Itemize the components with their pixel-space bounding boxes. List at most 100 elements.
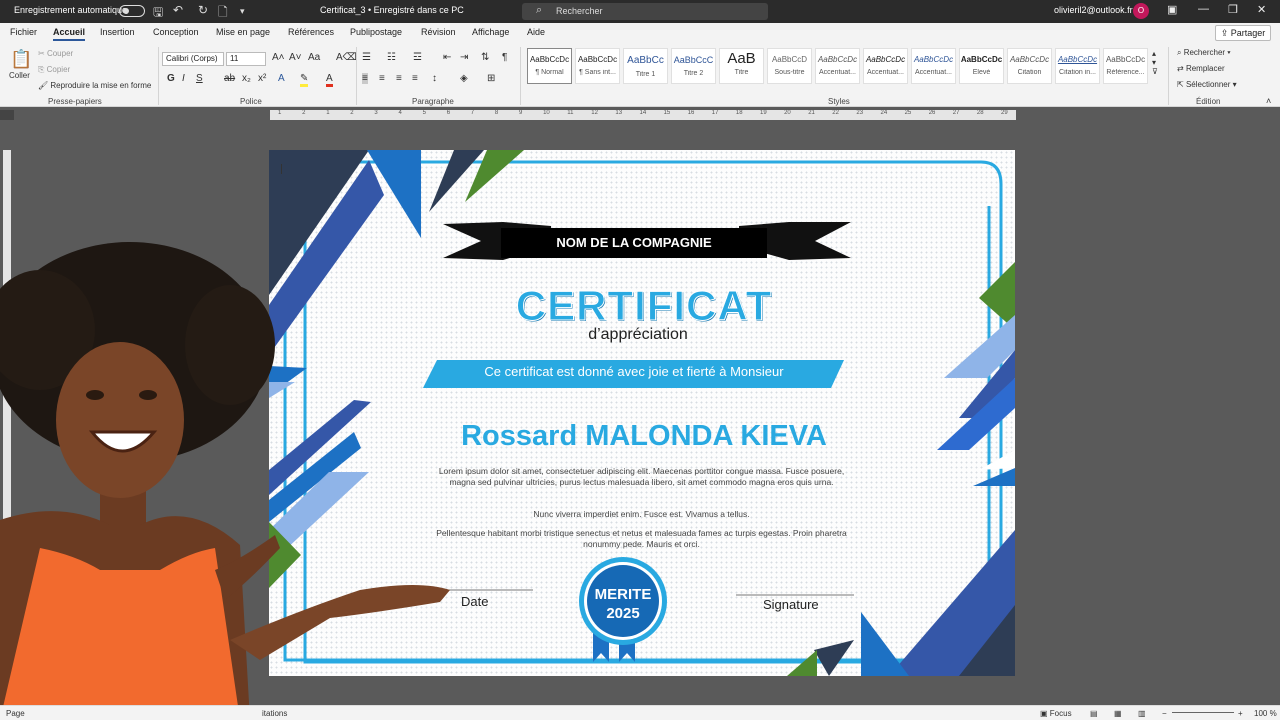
body-paragraph[interactable]: Lorem ipsum dolor sit amet, consectetuer… [429,466,854,488]
signature-label[interactable]: Signature [763,597,819,612]
bullets-icon[interactable]: ☰ [362,52,371,63]
style-heading-2[interactable]: AaBbCcC Titre 2 [671,48,716,84]
vertical-ruler[interactable] [3,150,11,690]
strikethrough-icon[interactable]: ab [224,73,235,84]
styles-more-icon[interactable]: ▴ ▾ ⊽ [1152,49,1158,76]
style-title[interactable]: AaB Titre [719,48,764,84]
font-size-select[interactable]: 11 [226,52,266,66]
style-heading-1[interactable]: AaBbCc Titre 1 [623,48,668,84]
minimize-icon[interactable]: — [1198,3,1209,15]
body-paragraph[interactable]: Nunc viverra imperdiet enim. Fusce est. … [429,509,854,520]
justify-icon[interactable]: ≡ [412,73,418,84]
read-mode-icon[interactable]: ▤ [1090,709,1098,718]
font-color-icon[interactable]: A [326,73,333,87]
shrink-font-icon[interactable]: A˅ [289,52,302,63]
autosave-toggle[interactable] [119,5,145,17]
company-name[interactable]: NOM DE LA COMPAGNIE [501,235,767,250]
multilevel-list-icon[interactable]: ☲ [413,52,422,63]
tab-selector[interactable] [0,110,14,120]
word-count[interactable]: itations [262,709,287,718]
document-title[interactable]: Certificat_3 • Enregistré dans ce PC [320,5,464,15]
tab-insertion[interactable]: Insertion [100,27,135,37]
format-painter-button[interactable]: 🖌 Reproduire la mise en forme [38,81,151,90]
tab-mise-en-page[interactable]: Mise en page [216,27,270,37]
new-document-icon[interactable]: 🗋 [218,3,228,24]
redo-icon[interactable]: ↻ [198,3,208,17]
zoom-level[interactable]: 100 % [1254,709,1277,718]
superscript-icon[interactable]: x² [258,73,266,84]
tab-aide[interactable]: Aide [527,27,545,37]
copy-button[interactable]: ⎘ Copier [38,65,70,75]
paste-button[interactable]: Coller [9,71,30,80]
style-emphasis-subtle[interactable]: AaBbCcDc Accentuat... [815,48,860,84]
highlight-icon[interactable]: ✎ [300,73,309,87]
cut-button[interactable]: ✂ Couper [38,49,73,58]
web-layout-icon[interactable]: ▥ [1138,709,1146,718]
find-button[interactable]: ⌕ Rechercher ▾ [1177,48,1231,58]
style-normal[interactable]: AaBbCcDc ¶ Normal [527,48,572,84]
grow-font-icon[interactable]: A˄ [272,52,285,63]
sort-icon[interactable]: ⇅ [481,52,489,63]
tab-references[interactable]: Références [288,27,334,37]
document-page[interactable]: NOM DE LA COMPAGNIE CERTIFICAT d’appréci… [269,150,1015,676]
tab-fichier[interactable]: Fichier [10,27,37,37]
given-to-text[interactable]: Ce certificat est donné avec joie et fie… [429,364,839,379]
page-count[interactable]: Page [6,709,25,718]
save-icon[interactable]: 🖫 [153,3,163,24]
subscript-icon[interactable]: x₂ [242,73,251,84]
print-layout-icon[interactable]: ▦ [1114,709,1122,718]
tab-accueil[interactable]: Accueil [53,27,86,41]
italic-icon[interactable]: I [182,73,185,84]
recipient-name[interactable]: Rossard MALONDA KIEVA [409,420,879,453]
account-email[interactable]: olivieril2@outlook.fr [1054,5,1133,15]
style-intense-quote[interactable]: AaBbCcDc Citation in... [1055,48,1100,84]
search-box[interactable]: ⌕ Rechercher [522,3,768,20]
line-spacing-icon[interactable]: ↕ [432,73,437,84]
close-icon[interactable]: ✕ [1257,3,1266,16]
certificate-subtitle[interactable]: d’appréciation [519,326,757,344]
zoom-out-icon[interactable]: − [1162,709,1167,718]
align-left-icon[interactable]: ≡ [362,73,368,84]
underline-icon[interactable]: S [196,73,203,84]
horizontal-ruler[interactable]: 1 2 1 2 3 4 5 6 7 8 9 10 11 12 13 14 15 16 17 18 19 20 21 22 23 2… [270,110,1016,120]
style-emphasis-intense[interactable]: AaBbCcDc Accentuat... [911,48,956,84]
zoom-in-icon[interactable]: + [1238,709,1243,718]
tab-revision[interactable]: Révision [421,27,456,37]
show-marks-icon[interactable]: ¶ [502,52,507,63]
date-label[interactable]: Date [461,594,488,609]
undo-icon[interactable]: ↶ [173,3,183,17]
font-family-select[interactable]: Calibri (Corps) [162,52,224,66]
tab-affichage[interactable]: Affichage [472,27,509,37]
ribbon-display-icon[interactable]: ▣ [1167,3,1177,16]
text-effects-icon[interactable]: A [278,73,285,84]
align-center-icon[interactable]: ≡ [379,73,385,84]
paste-icon[interactable]: 📋 [10,49,32,70]
select-button[interactable]: ⇱ Sélectionner ▾ [1177,80,1237,89]
zoom-slider[interactable] [1172,712,1234,713]
borders-icon[interactable]: ⊞ [487,73,495,84]
body-paragraph[interactable]: Pellentesque habitant morbi tristique se… [429,528,854,550]
style-emphasis[interactable]: AaBbCcDc Accentuat... [863,48,908,84]
change-case-icon[interactable]: Aa [308,52,320,63]
avatar[interactable]: O [1133,3,1149,19]
increase-indent-icon[interactable]: ⇥ [460,52,468,63]
focus-button[interactable]: ▣ Focus [1040,709,1072,718]
numbering-icon[interactable]: ☷ [387,52,396,63]
customize-toolbar-icon[interactable]: ▾ [240,6,245,17]
style-subtitle[interactable]: AaBbCcD Sous-titre [767,48,812,84]
decrease-indent-icon[interactable]: ⇤ [443,52,451,63]
share-button[interactable]: ⇪ Partager [1215,25,1271,41]
style-no-spacing[interactable]: AaBbCcDc ¶ Sans int... [575,48,620,84]
certificate-title[interactable]: CERTIFICAT [449,282,839,330]
style-quote[interactable]: AaBbCcDc Citation [1007,48,1052,84]
tab-publipostage[interactable]: Publipostage [350,27,402,37]
tab-conception[interactable]: Conception [153,27,199,37]
collapse-ribbon-icon[interactable]: ˄ [1266,96,1271,106]
shading-icon[interactable]: ◈ [460,73,468,84]
style-reference[interactable]: AaBbCcDc Référence... [1103,48,1148,84]
replace-button[interactable]: ⇄ Remplacer [1177,64,1225,73]
bold-icon[interactable]: G [167,73,175,84]
restore-icon[interactable]: ❐ [1228,3,1238,16]
clear-formatting-icon[interactable]: A⌫ [336,52,357,63]
align-right-icon[interactable]: ≡ [396,73,402,84]
